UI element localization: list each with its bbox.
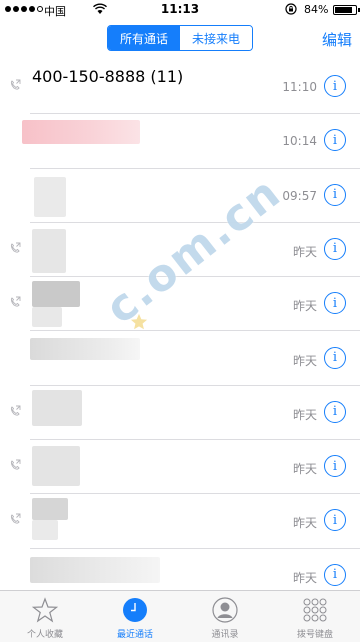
call-row[interactable]: 400-150-8888 (11) 11:10 i bbox=[0, 60, 360, 115]
info-button[interactable]: i bbox=[324, 346, 346, 369]
outgoing-call-icon bbox=[10, 513, 21, 524]
call-time: 昨天 bbox=[292, 244, 317, 259]
outgoing-call-icon bbox=[10, 242, 21, 253]
star-icon bbox=[32, 597, 58, 623]
tab-label: 拨号键盘 bbox=[296, 630, 333, 640]
call-row[interactable]: 10:14 i bbox=[0, 114, 360, 169]
redacted-name bbox=[30, 337, 140, 360]
tab-keypad[interactable]: 拨号键盘 bbox=[270, 591, 360, 642]
tab-contacts[interactable]: 通讯录 bbox=[180, 591, 270, 642]
clock-icon bbox=[123, 598, 147, 622]
caller-name: 400-150-8888 (11) bbox=[32, 67, 184, 86]
call-time: 昨天 bbox=[292, 516, 317, 531]
tab-bar: 个人收藏 最近通话 通讯录 拨号键盘 bbox=[0, 590, 360, 642]
tab-recents[interactable]: 最近通话 bbox=[90, 591, 180, 642]
call-time: 昨天 bbox=[292, 407, 317, 422]
info-button[interactable]: i bbox=[324, 455, 346, 478]
call-row[interactable]: 昨天 i bbox=[0, 332, 360, 386]
redacted-name bbox=[32, 281, 80, 308]
segment-missed-calls[interactable]: 未接来电 bbox=[180, 26, 252, 50]
recent-calls-list: 400-150-8888 (11) 11:10 i 10:14 i 09:57 … bbox=[0, 60, 360, 590]
outgoing-call-icon bbox=[10, 296, 21, 307]
redacted-name bbox=[32, 307, 62, 328]
info-button[interactable]: i bbox=[324, 509, 346, 532]
redacted-name bbox=[32, 498, 68, 521]
redacted-name bbox=[22, 120, 140, 145]
battery-percent: 84% bbox=[304, 3, 329, 16]
call-time: 10:14 bbox=[282, 134, 317, 149]
call-time: 昨天 bbox=[292, 353, 317, 368]
call-time: 11:10 bbox=[282, 80, 317, 94]
edit-button[interactable]: 编辑 bbox=[322, 29, 352, 50]
tab-label: 最近通话 bbox=[116, 630, 153, 640]
info-button[interactable]: i bbox=[324, 75, 346, 97]
call-time: 昨天 bbox=[292, 299, 317, 314]
call-time: 昨天 bbox=[292, 462, 317, 477]
outgoing-call-icon bbox=[10, 405, 21, 416]
redacted-name bbox=[30, 556, 160, 583]
contact-icon bbox=[212, 597, 238, 623]
call-row[interactable]: 昨天 i bbox=[0, 440, 360, 495]
rotation-lock-icon bbox=[285, 3, 297, 15]
redacted-name bbox=[34, 176, 66, 217]
battery-icon bbox=[333, 5, 360, 15]
call-time: 09:57 bbox=[282, 188, 317, 203]
tab-favorites[interactable]: 个人收藏 bbox=[0, 591, 90, 642]
info-button[interactable]: i bbox=[324, 292, 346, 315]
redacted-name bbox=[32, 389, 82, 426]
redacted-name bbox=[32, 520, 58, 541]
call-filter-segmented-control: 所有通话 未接来电 bbox=[107, 25, 253, 51]
outgoing-call-icon bbox=[10, 459, 21, 470]
call-row[interactable]: 09:57 i bbox=[0, 169, 360, 223]
segment-all-calls[interactable]: 所有通话 bbox=[108, 26, 180, 50]
status-bar: 中国 11:13 84% bbox=[0, 0, 360, 20]
call-row[interactable]: 昨天 i bbox=[0, 494, 360, 549]
navigation-bar: 所有通话 未接来电 编辑 bbox=[0, 20, 360, 60]
redacted-name bbox=[32, 228, 66, 273]
call-time: 昨天 bbox=[292, 570, 317, 585]
info-button[interactable]: i bbox=[324, 237, 346, 260]
info-button[interactable]: i bbox=[324, 129, 346, 152]
redacted-name bbox=[32, 446, 80, 487]
keypad-icon bbox=[303, 598, 327, 622]
call-row[interactable]: 昨天 i bbox=[0, 386, 360, 441]
tab-label: 通讯录 bbox=[211, 630, 239, 640]
outgoing-call-icon bbox=[10, 79, 21, 90]
tab-label: 个人收藏 bbox=[26, 630, 63, 640]
info-button[interactable]: i bbox=[324, 183, 346, 206]
info-button[interactable]: i bbox=[324, 400, 346, 423]
info-button[interactable]: i bbox=[324, 563, 346, 586]
